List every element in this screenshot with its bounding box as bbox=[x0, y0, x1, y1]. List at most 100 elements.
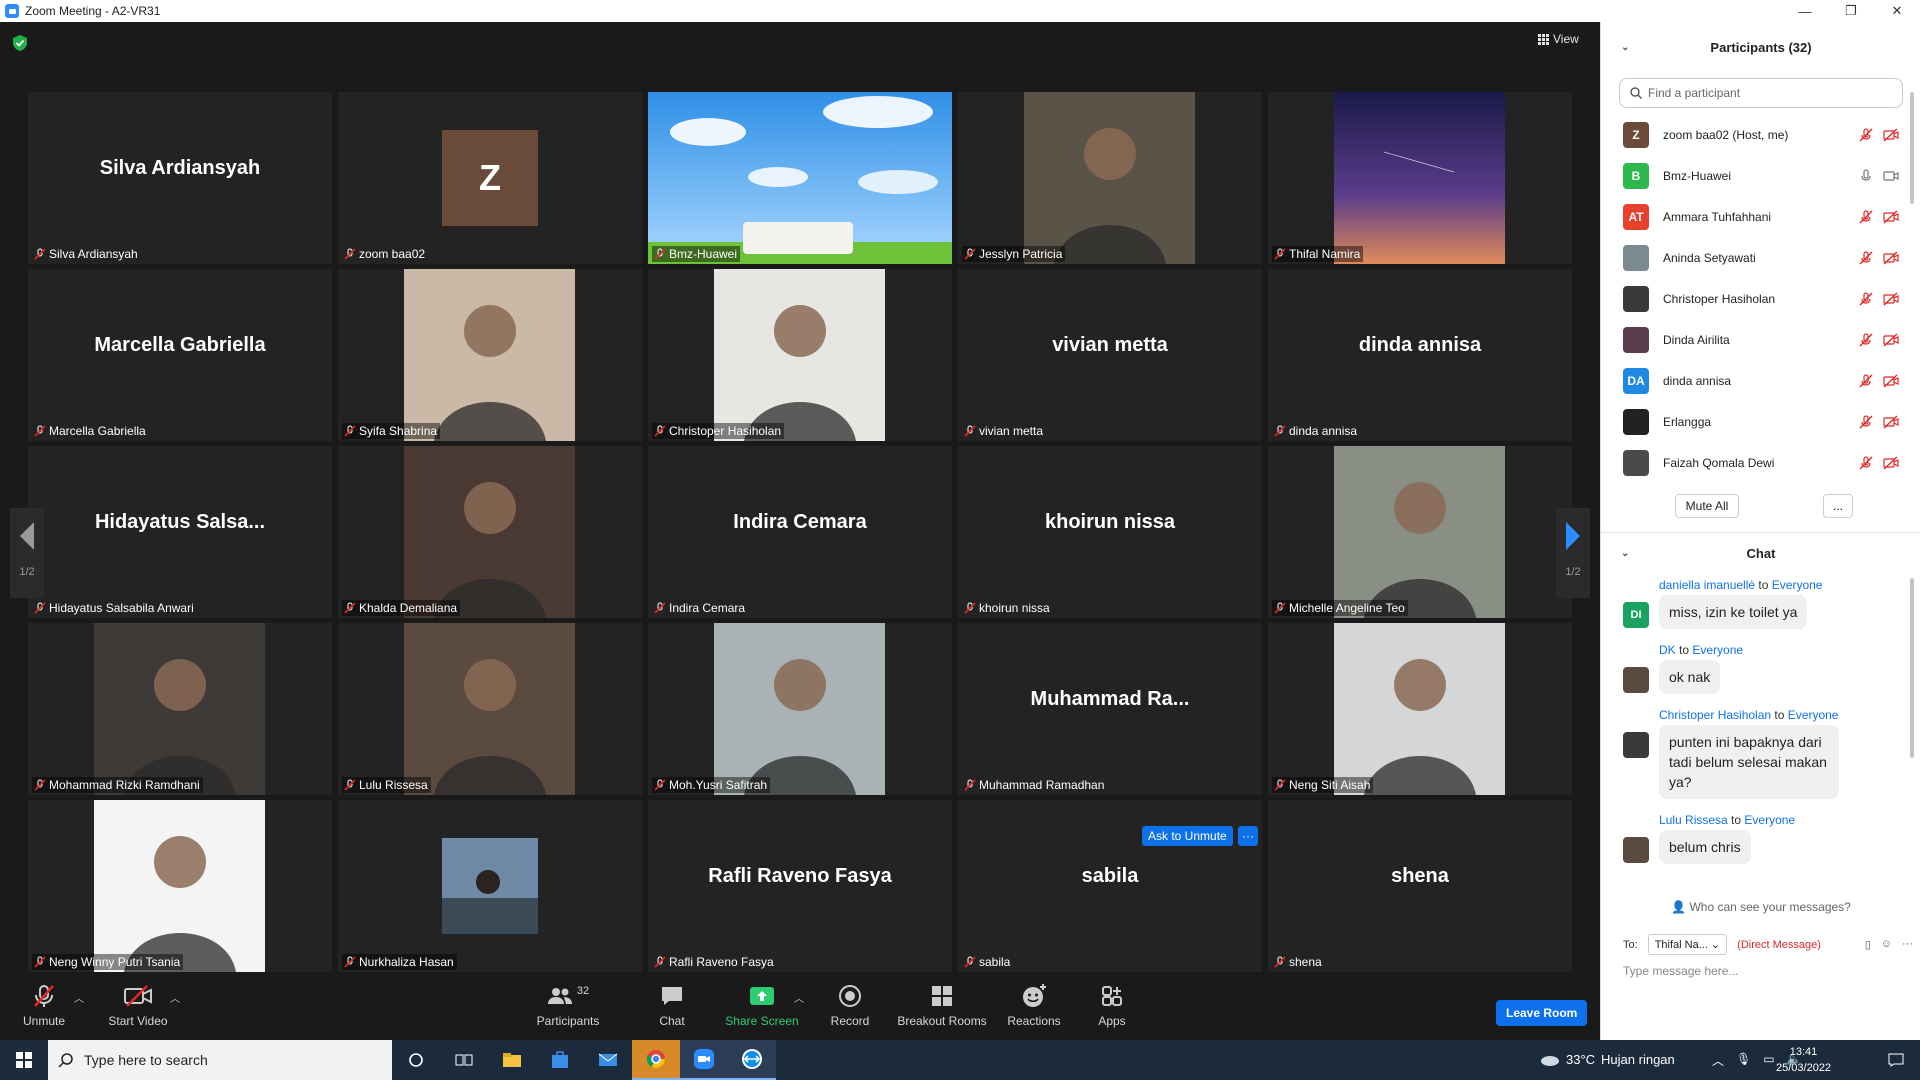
taskbar-search-box[interactable]: Type here to search bbox=[48, 1040, 392, 1080]
video-tile[interactable]: Marcella Gabriella Marcella Gabriella bbox=[28, 269, 332, 441]
video-tile[interactable]: Christoper Hasiholan bbox=[648, 269, 952, 441]
store-icon[interactable] bbox=[536, 1040, 584, 1080]
video-off-icon[interactable] bbox=[1883, 209, 1899, 224]
microphone-muted-icon[interactable] bbox=[1859, 373, 1873, 388]
close-button[interactable]: ✕ bbox=[1874, 0, 1920, 22]
video-tile[interactable]: Michelle Angeline Teo bbox=[1268, 446, 1572, 618]
video-tile[interactable]: Silva Ardiansyah Silva Ardiansyah bbox=[28, 92, 332, 264]
chat-sender[interactable]: daniella imanuellè bbox=[1659, 578, 1755, 592]
microphone-icon[interactable] bbox=[1859, 168, 1873, 183]
video-tile[interactable]: Indira Cemara Indira Cemara bbox=[648, 446, 952, 618]
mute-all-button[interactable]: Mute All bbox=[1675, 494, 1739, 518]
share-screen-button[interactable]: Share Screen bbox=[714, 982, 810, 1028]
windows-start-button[interactable] bbox=[0, 1040, 48, 1080]
video-on-icon[interactable] bbox=[1883, 169, 1899, 183]
video-options-caret-icon[interactable]: ︿ bbox=[170, 990, 180, 1005]
video-off-icon[interactable] bbox=[1883, 455, 1899, 470]
participant-row[interactable]: AT Ammara Tuhfahhani bbox=[1601, 196, 1911, 237]
participants-button[interactable]: 32 Participants bbox=[520, 982, 616, 1028]
apps-button[interactable]: Apps bbox=[1064, 982, 1160, 1028]
breakout-rooms-button[interactable]: Breakout Rooms bbox=[894, 982, 990, 1028]
microphone-muted-icon[interactable] bbox=[1859, 291, 1873, 306]
video-off-icon[interactable] bbox=[1883, 250, 1899, 265]
video-off-icon[interactable] bbox=[1883, 332, 1899, 347]
chat-sender[interactable]: Lulu Rissesa bbox=[1659, 813, 1728, 827]
recipient-select[interactable]: Thifal Na... ⌄ bbox=[1647, 934, 1728, 955]
video-tile[interactable]: Hidayatus Salsa... Hidayatus Salsabila An… bbox=[28, 446, 332, 618]
chat-button[interactable]: Chat bbox=[624, 982, 720, 1028]
maximize-button[interactable]: ❐ bbox=[1828, 0, 1874, 22]
chat-recipient[interactable]: Everyone bbox=[1772, 578, 1823, 592]
audio-options-caret-icon[interactable]: ︿ bbox=[74, 990, 84, 1005]
video-off-icon[interactable] bbox=[1883, 127, 1899, 142]
file-explorer-icon[interactable] bbox=[488, 1040, 536, 1080]
start-video-button[interactable]: Start Video bbox=[90, 982, 186, 1028]
chat-recipient[interactable]: Everyone bbox=[1788, 708, 1839, 722]
microphone-muted-icon[interactable] bbox=[1859, 332, 1873, 347]
collapse-chat-icon[interactable]: ⌄ bbox=[1621, 548, 1629, 559]
chat-recipient[interactable]: Everyone bbox=[1692, 643, 1743, 657]
security-shield-icon[interactable] bbox=[13, 35, 27, 51]
video-off-icon[interactable] bbox=[1883, 414, 1899, 429]
zoom-app-icon[interactable] bbox=[680, 1040, 728, 1080]
video-tile[interactable]: Nurkhaliza Hasan bbox=[338, 800, 642, 972]
video-tile[interactable]: Khalda Demaliana bbox=[338, 446, 642, 618]
emoji-icon[interactable]: ☺ bbox=[1881, 938, 1892, 951]
video-tile[interactable]: Rafli Raveno Fasya Rafli Raveno Fasya bbox=[648, 800, 952, 972]
participant-row[interactable]: Faizah Qomala Dewi bbox=[1601, 442, 1911, 483]
notification-icon[interactable] bbox=[1872, 1040, 1920, 1080]
video-tile[interactable]: Syifa Shabrina bbox=[338, 269, 642, 441]
chat-sender[interactable]: Christoper Hasiholan bbox=[1659, 708, 1771, 722]
previous-page-button[interactable]: 1/2 bbox=[10, 508, 44, 598]
video-off-icon[interactable] bbox=[1883, 373, 1899, 388]
task-view-icon[interactable] bbox=[440, 1040, 488, 1080]
next-page-button[interactable]: 1/2 bbox=[1556, 508, 1590, 598]
participant-row[interactable]: Zzoom baa02 (Host, me) bbox=[1601, 114, 1911, 155]
chat-message-input[interactable]: Type message here... bbox=[1623, 964, 1738, 978]
video-tile[interactable]: khoirun nissa khoirun nissa bbox=[958, 446, 1262, 618]
microphone-muted-icon[interactable] bbox=[1859, 127, 1873, 142]
weather-widget[interactable]: 33°C Hujan ringan bbox=[1540, 1052, 1675, 1067]
participant-row[interactable]: Dinda Airilita bbox=[1601, 319, 1911, 360]
chat-scrollbar[interactable] bbox=[1910, 578, 1914, 758]
teamviewer-icon[interactable] bbox=[728, 1040, 776, 1080]
chrome-icon[interactable] bbox=[632, 1040, 680, 1080]
record-button[interactable]: Record bbox=[802, 982, 898, 1028]
microphone-muted-icon[interactable] bbox=[1859, 209, 1873, 224]
video-tile[interactable]: Neng Siti Aisah bbox=[1268, 623, 1572, 795]
tray-network-icon[interactable]: ▭ bbox=[1763, 1052, 1774, 1069]
participants-more-button[interactable]: ... bbox=[1823, 494, 1853, 518]
mail-icon[interactable] bbox=[584, 1040, 632, 1080]
taskbar-clock[interactable]: 13:41 25/03/2022 bbox=[1776, 1044, 1831, 1076]
chat-recipient[interactable]: Everyone bbox=[1744, 813, 1795, 827]
tray-chevron-icon[interactable]: ︿ bbox=[1712, 1052, 1724, 1069]
participant-row[interactable]: Erlangga bbox=[1601, 401, 1911, 442]
chat-sender[interactable]: DK bbox=[1659, 643, 1676, 657]
video-tile[interactable]: Moh.Yusri Safitrah bbox=[648, 623, 952, 795]
video-tile[interactable]: vivian metta vivian metta bbox=[958, 269, 1262, 441]
participant-row[interactable]: Christoper Hasiholan bbox=[1601, 278, 1911, 319]
video-tile[interactable]: Bmz-Huawei bbox=[648, 92, 952, 264]
minimize-button[interactable]: — bbox=[1782, 0, 1828, 22]
video-tile[interactable]: Jesslyn Patricia bbox=[958, 92, 1262, 264]
microphone-muted-icon[interactable] bbox=[1859, 455, 1873, 470]
tray-mic-icon[interactable]: 🎙 bbox=[1736, 1052, 1751, 1069]
video-tile[interactable]: Thifal Namira bbox=[1268, 92, 1572, 264]
video-tile[interactable]: Lulu Rissesa bbox=[338, 623, 642, 795]
microphone-muted-icon[interactable] bbox=[1859, 414, 1873, 429]
video-tile[interactable]: Muhammad Ra... Muhammad Ramadhan bbox=[958, 623, 1262, 795]
view-button[interactable]: View bbox=[1538, 32, 1579, 46]
video-tile[interactable]: shena shena bbox=[1268, 800, 1572, 972]
tile-more-button[interactable]: ··· bbox=[1238, 826, 1258, 846]
file-icon[interactable]: ▯ bbox=[1865, 938, 1871, 951]
microphone-muted-icon[interactable] bbox=[1859, 250, 1873, 265]
video-off-icon[interactable] bbox=[1883, 291, 1899, 306]
chat-more-icon[interactable]: ··· bbox=[1902, 938, 1913, 951]
find-participant-input[interactable]: Find a participant bbox=[1619, 78, 1903, 108]
leave-room-button[interactable]: Leave Room bbox=[1496, 1000, 1588, 1026]
unmute-button[interactable]: Unmute bbox=[0, 982, 92, 1028]
participant-list-scrollbar[interactable] bbox=[1910, 92, 1914, 204]
participant-row[interactable]: Aninda Setyawati bbox=[1601, 237, 1911, 278]
collapse-participants-icon[interactable]: ⌄ bbox=[1621, 42, 1629, 53]
cortana-icon[interactable] bbox=[392, 1040, 440, 1080]
